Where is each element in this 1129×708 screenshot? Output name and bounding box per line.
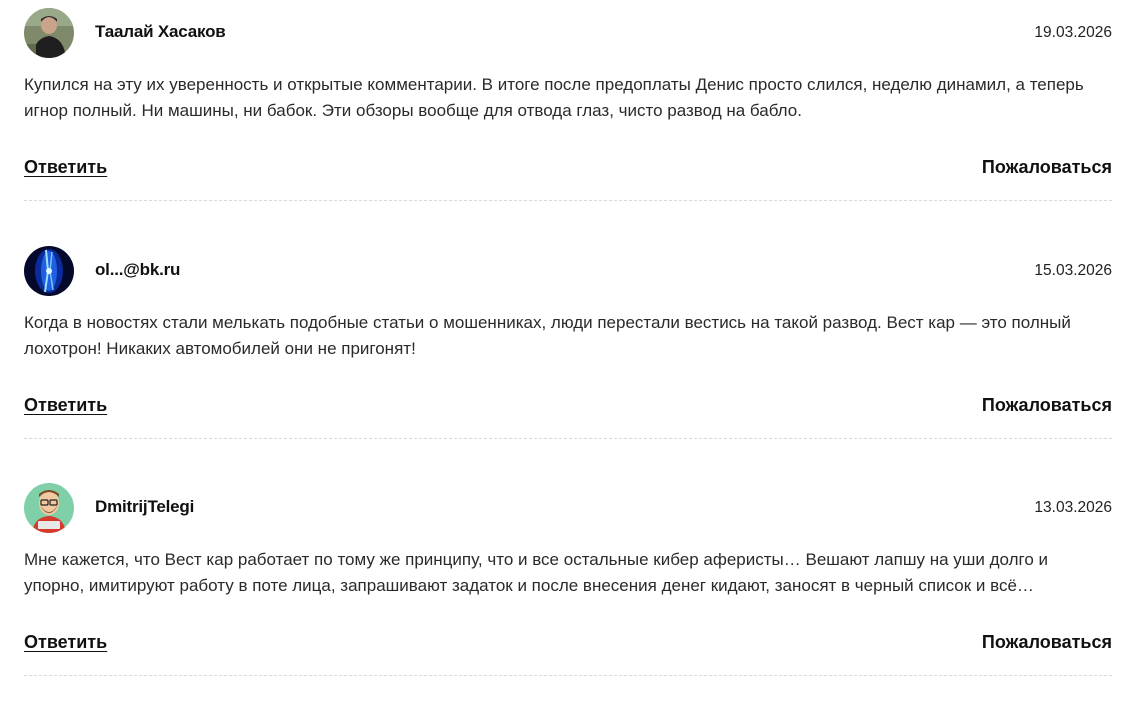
report-link[interactable]: Пожаловаться xyxy=(982,395,1112,416)
comments-list: Таалай Хасаков 19.03.2026 Купился на эту… xyxy=(0,0,1129,708)
comment-date: 13.03.2026 xyxy=(1034,499,1112,516)
comment-item: DmitrijTelegi 13.03.2026 Мне кажется, чт… xyxy=(24,475,1112,676)
comment-item: ol...@bk.ru 15.03.2026 Когда в новостях … xyxy=(24,238,1112,439)
comment-divider xyxy=(24,200,1112,201)
abstract-blue-light-icon xyxy=(24,246,74,296)
avatar xyxy=(24,8,74,58)
comment-author: DmitrijTelegi xyxy=(95,497,195,516)
reply-link[interactable]: Ответить xyxy=(24,395,107,416)
comment-item: Таалай Хасаков 19.03.2026 Купился на эту… xyxy=(24,0,1112,201)
comment-text: Когда в новостях стали мелькать подобные… xyxy=(24,313,1071,358)
report-link[interactable]: Пожаловаться xyxy=(982,157,1112,178)
comment-divider xyxy=(24,675,1112,676)
avatar xyxy=(24,483,74,533)
comment-date: 19.03.2026 xyxy=(1034,24,1112,41)
comment-divider xyxy=(24,438,1112,439)
cartoon-man-icon xyxy=(24,483,74,533)
reply-link[interactable]: Ответить xyxy=(24,157,107,178)
comment-author: Таалай Хасаков xyxy=(95,22,226,41)
comment-text: Купился на эту их уверенность и открытые… xyxy=(24,75,1084,120)
comment-date: 15.03.2026 xyxy=(1034,262,1112,279)
comment-text: Мне кажется, что Вест кар работает по то… xyxy=(24,550,1049,595)
avatar xyxy=(24,246,74,296)
report-link[interactable]: Пожаловаться xyxy=(982,632,1112,653)
comment-author: ol...@bk.ru xyxy=(95,260,181,279)
user-photo-icon xyxy=(24,8,74,58)
reply-link[interactable]: Ответить xyxy=(24,632,107,653)
